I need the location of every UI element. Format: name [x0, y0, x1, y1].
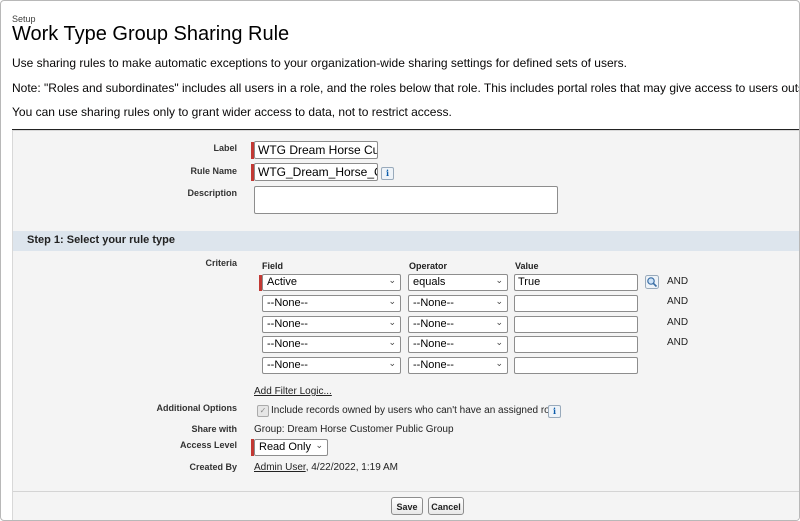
chevron-down-icon: ⌄ [495, 358, 503, 368]
chevron-down-icon: ⌄ [388, 317, 396, 327]
intro-text-2: Note: "Roles and subordinates" includes … [12, 81, 799, 95]
criteria-operator-select[interactable]: --None-- ⌄ [408, 295, 508, 312]
step1-title: Step 1: Select your rule type [27, 234, 175, 246]
criteria-value-input[interactable] [514, 316, 638, 333]
criteria-operator-select[interactable]: --None-- ⌄ [408, 316, 508, 333]
rule-name-label: Rule Name [190, 166, 237, 176]
access-level-label: Access Level [179, 440, 237, 450]
lookup-icon[interactable] [645, 275, 659, 289]
chevron-down-icon: ⌄ [315, 440, 323, 450]
chevron-down-icon: ⌄ [495, 337, 503, 347]
and-label: AND [667, 296, 689, 307]
criteria-field-select[interactable]: --None-- ⌄ [262, 336, 401, 353]
criteria-operator-select[interactable]: --None-- ⌄ [408, 357, 508, 374]
chevron-down-icon: ⌄ [388, 296, 396, 306]
criteria-value-input[interactable] [514, 357, 638, 374]
add-filter-logic-link[interactable]: Add Filter Logic... [254, 386, 332, 397]
criteria-operator-value: --None-- [413, 297, 454, 309]
criteria-field-select[interactable]: Active ⌄ [262, 274, 401, 291]
panel-top-border [12, 129, 799, 130]
save-button[interactable]: Save [391, 497, 423, 515]
criteria-operator-select[interactable]: --None-- ⌄ [408, 336, 508, 353]
criteria-field-value: --None-- [267, 359, 308, 371]
include-records-text: Include records owned by users who can't… [271, 405, 558, 416]
chevron-down-icon: ⌄ [495, 296, 503, 306]
created-by-value: Admin User, 4/22/2022, 1:19 AM [254, 462, 398, 473]
value-column-header: Value [515, 261, 539, 271]
chevron-down-icon: ⌄ [388, 358, 396, 368]
created-by-label: Created By [189, 462, 237, 472]
criteria-label: Criteria [205, 258, 237, 268]
criteria-operator-value: equals [413, 276, 446, 288]
intro-text-1: Use sharing rules to make automatic exce… [12, 56, 627, 70]
chevron-down-icon: ⌄ [495, 317, 503, 327]
additional-options-label: Additional Options [156, 403, 238, 413]
label-input[interactable]: WTG Dream Horse Cus [254, 141, 378, 159]
criteria-operator-value: --None-- [413, 338, 454, 350]
intro-text-3: You can use sharing rules only to grant … [12, 105, 452, 119]
info-icon[interactable]: i [548, 405, 561, 418]
description-textarea[interactable] [254, 186, 558, 214]
description-label: Description [187, 188, 237, 198]
criteria-field-select[interactable]: --None-- ⌄ [262, 295, 401, 312]
criteria-operator-value: --None-- [413, 359, 454, 371]
criteria-field-value: --None-- [267, 338, 308, 350]
label-field-label: Label [213, 143, 237, 153]
chevron-down-icon: ⌄ [495, 275, 503, 285]
criteria-value-input[interactable] [514, 295, 638, 312]
and-label: AND [667, 337, 689, 348]
info-icon[interactable]: i [381, 167, 394, 180]
criteria-value-input[interactable]: True [514, 274, 638, 291]
criteria-operator-select[interactable]: equals ⌄ [408, 274, 508, 291]
chevron-down-icon: ⌄ [388, 275, 396, 285]
access-level-value: Read Only [259, 441, 311, 453]
and-label: AND [667, 276, 689, 287]
criteria-value-input[interactable] [514, 336, 638, 353]
criteria-operator-value: --None-- [413, 318, 454, 330]
criteria-field-value: Active [267, 276, 297, 288]
share-with-label: Share with [191, 424, 237, 434]
criteria-field-value: --None-- [267, 318, 308, 330]
chevron-down-icon: ⌄ [388, 337, 396, 347]
include-records-checkbox[interactable]: ✓ [257, 405, 269, 417]
criteria-field-select[interactable]: --None-- ⌄ [262, 357, 401, 374]
page-title: Work Type Group Sharing Rule [12, 23, 290, 45]
share-with-value: Group: Dream Horse Customer Public Group [254, 424, 454, 435]
rule-name-input[interactable]: WTG_Dream_Horse_C [254, 163, 378, 181]
criteria-field-select[interactable]: --None-- ⌄ [262, 316, 401, 333]
and-label: AND [667, 317, 689, 328]
setup-window: Setup Work Type Group Sharing Rule Use s… [0, 0, 800, 521]
created-by-user-link[interactable]: Admin User [254, 462, 306, 473]
access-level-select[interactable]: Read Only ⌄ [254, 439, 328, 456]
created-by-date: , 4/22/2022, 1:19 AM [305, 462, 398, 473]
criteria-field-value: --None-- [267, 297, 308, 309]
operator-column-header: Operator [409, 261, 448, 271]
field-column-header: Field [262, 261, 284, 271]
cancel-button[interactable]: Cancel [428, 497, 464, 515]
